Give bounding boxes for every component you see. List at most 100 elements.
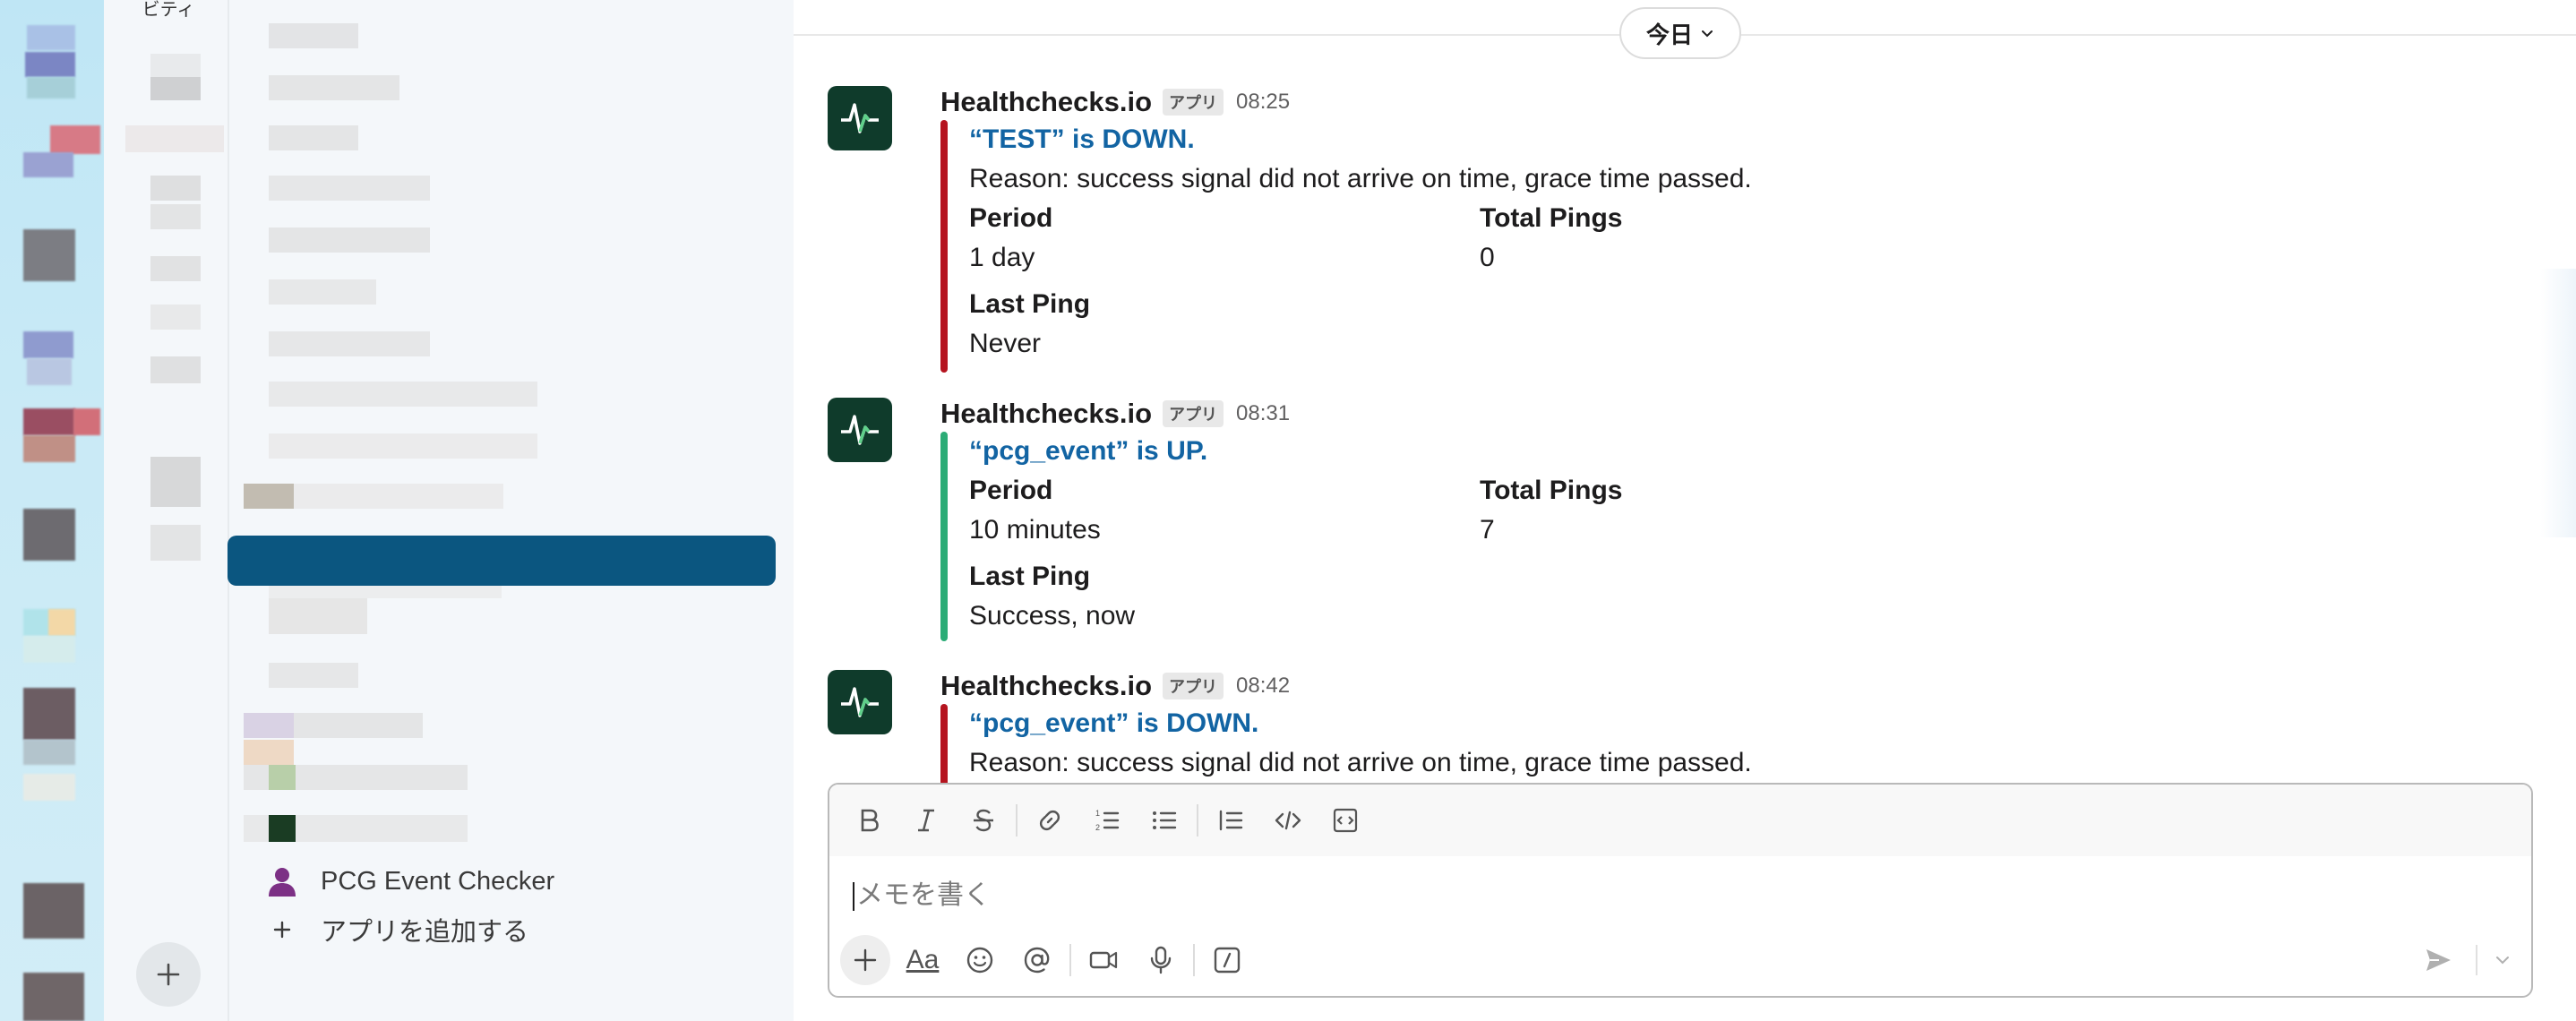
schedule-send-button[interactable]	[2486, 931, 2519, 989]
strikethrough-icon	[974, 809, 993, 832]
sender-name[interactable]: Healthchecks.io	[940, 670, 1152, 702]
sender-name[interactable]: Healthchecks.io	[940, 398, 1152, 430]
field-value: Never	[969, 329, 1042, 358]
app-badge: アプリ	[1163, 89, 1224, 116]
text-cursor	[853, 882, 854, 912]
field-value: 1 day	[969, 243, 1035, 272]
text-format-icon: Aa	[906, 945, 940, 974]
blockquote-icon	[1219, 810, 1243, 831]
sidebar-blurred-items	[125, 0, 788, 860]
send-controls	[2409, 931, 2519, 989]
healthchecks-avatar[interactable]	[828, 86, 892, 150]
field-period: Period 1 day	[969, 199, 1471, 278]
field-total-pings: Total Pings 0	[1480, 199, 1981, 278]
emoji-icon	[966, 947, 993, 974]
add-app-button[interactable]: アプリを追加する	[260, 908, 528, 951]
text-format-button[interactable]: Aa	[894, 931, 951, 989]
code-block-button[interactable]	[1317, 792, 1374, 849]
app-badge: アプリ	[1163, 673, 1224, 699]
attachment-fields: Period 1 day Total Pings 0 Last Ping Nev…	[969, 199, 2044, 358]
video-icon	[1089, 951, 1118, 969]
message-pane: 今日 Healthchecks.io アプリ 08:25 “TEST” is D…	[794, 0, 2576, 1021]
toolbar-separator	[1193, 944, 1195, 976]
field-label: Total Pings	[1480, 203, 1623, 233]
workspace-rail	[0, 0, 104, 1021]
attach-button[interactable]	[840, 935, 890, 985]
sidebar-item-selected[interactable]	[228, 536, 776, 586]
attachment-reason: Reason: success signal did not arrive on…	[969, 164, 1752, 193]
attachment-body: “pcg_event” is UP. Period 10 minutes Tot…	[969, 432, 2223, 631]
code-button[interactable]	[1259, 792, 1317, 849]
link-icon	[1039, 810, 1060, 831]
field-value: 0	[1480, 243, 1495, 272]
field-label: Period	[969, 476, 1053, 505]
status-bar-down	[940, 704, 948, 794]
edge-gradient	[2540, 269, 2576, 537]
chevron-down-icon	[2496, 957, 2509, 965]
svg-text:2: 2	[1095, 823, 1100, 832]
italic-button[interactable]	[897, 792, 955, 849]
plus-icon	[854, 948, 877, 972]
bold-button[interactable]	[840, 792, 897, 849]
blockquote-button[interactable]	[1202, 792, 1259, 849]
add-workspace-button[interactable]	[136, 942, 201, 1007]
microphone-icon	[1150, 946, 1172, 974]
healthchecks-avatar[interactable]	[828, 398, 892, 462]
plus-icon	[157, 963, 180, 986]
pulse-icon	[841, 687, 879, 717]
field-value: Success, now	[969, 601, 1136, 631]
sender-name[interactable]: Healthchecks.io	[940, 86, 1152, 118]
strikethrough-button[interactable]	[955, 792, 1012, 849]
attachment-body: “pcg_event” is DOWN. Reason: success sig…	[969, 704, 2223, 783]
ordered-list-button[interactable]: 12	[1078, 792, 1136, 849]
plus-icon	[260, 920, 305, 939]
message-input-placeholder: メモを書く	[856, 880, 991, 910]
attachment-body: “TEST” is DOWN. Reason: success signal d…	[969, 120, 2223, 358]
message-input[interactable]: メモを書く	[853, 871, 2508, 921]
chevron-down-icon	[1702, 30, 1713, 38]
date-divider-label: 今日	[1645, 21, 1693, 48]
timestamp[interactable]: 08:25	[1236, 90, 1290, 115]
bulleted-list-button[interactable]	[1136, 792, 1193, 849]
timestamp[interactable]: 08:42	[1236, 674, 1290, 699]
date-divider-button[interactable]: 今日	[1619, 7, 1741, 59]
link-button[interactable]	[1021, 792, 1078, 849]
field-period: Period 10 minutes	[969, 471, 1471, 550]
microphone-button[interactable]	[1132, 931, 1189, 989]
formatting-toolbar: 12	[829, 785, 2531, 856]
mention-icon	[1024, 947, 1050, 974]
pulse-icon	[841, 103, 879, 133]
attachment-fields: Period 10 minutes Total Pings 7 Last Pin…	[969, 471, 2044, 631]
message-header: Healthchecks.io アプリ 08:31	[940, 396, 1290, 432]
mention-button[interactable]	[1009, 931, 1066, 989]
send-icon	[2426, 949, 2451, 971]
attachment-title[interactable]: “pcg_event” is UP.	[969, 432, 2223, 471]
bold-icon	[861, 809, 879, 832]
field-label: Last Ping	[969, 289, 1091, 319]
status-bar-down	[940, 120, 948, 373]
bulleted-list-icon	[1153, 811, 1177, 829]
send-separator	[2476, 945, 2477, 975]
field-total-pings: Total Pings 7	[1480, 471, 1981, 550]
slash-command-icon	[1214, 947, 1241, 974]
emoji-button[interactable]	[951, 931, 1009, 989]
field-value: 7	[1480, 515, 1495, 545]
healthchecks-avatar[interactable]	[828, 670, 892, 734]
pulse-icon	[841, 415, 879, 445]
add-app-label: アプリを追加する	[321, 918, 529, 947]
slash-command-button[interactable]	[1198, 931, 1256, 989]
attachment-title[interactable]: “pcg_event” is DOWN.	[969, 704, 2223, 743]
attachment-title[interactable]: “TEST” is DOWN.	[969, 120, 2223, 159]
code-icon	[1275, 811, 1301, 830]
video-button[interactable]	[1075, 931, 1132, 989]
ordered-list-icon: 12	[1095, 809, 1120, 832]
timestamp[interactable]: 08:31	[1236, 401, 1290, 426]
field-label: Period	[969, 203, 1053, 233]
code-block-icon	[1333, 808, 1358, 833]
message-header: Healthchecks.io アプリ 08:25	[940, 84, 1290, 120]
toolbar-separator	[1069, 944, 1071, 976]
send-button[interactable]	[2409, 931, 2467, 989]
message-composer: 12 メモを書く Aa	[828, 783, 2533, 998]
svg-text:1: 1	[1095, 809, 1100, 818]
sidebar-item-pcg-event-checker[interactable]: PCG Event Checker	[260, 860, 554, 903]
